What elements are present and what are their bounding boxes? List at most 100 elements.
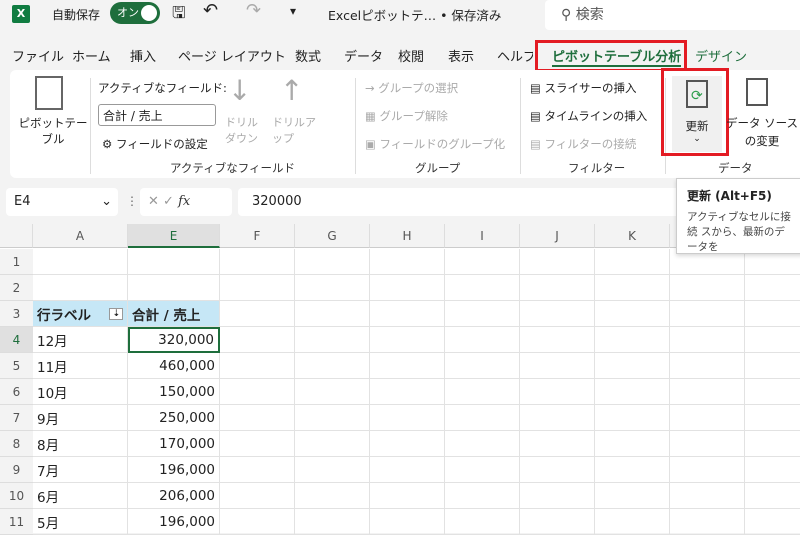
cell[interactable] — [295, 327, 370, 353]
column-header[interactable]: I — [445, 224, 520, 248]
cell[interactable] — [370, 249, 445, 275]
pivot-value[interactable]: 250,000 — [128, 405, 220, 431]
tab-insert[interactable]: 挿入 — [130, 46, 156, 65]
pivot-value[interactable]: 460,000 — [128, 353, 220, 379]
cell[interactable] — [745, 275, 800, 301]
cell[interactable] — [595, 457, 670, 483]
row-header[interactable]: 11 — [0, 509, 33, 535]
cell[interactable] — [220, 379, 295, 405]
cell[interactable] — [445, 457, 520, 483]
tab-help[interactable]: ヘルプ — [497, 46, 533, 65]
cell[interactable] — [128, 275, 220, 301]
pivot-row-label[interactable]: 5月 — [33, 509, 128, 535]
cell[interactable] — [220, 483, 295, 509]
cell[interactable] — [295, 483, 370, 509]
cell[interactable] — [220, 457, 295, 483]
cell[interactable] — [370, 509, 445, 535]
filter-connections-button[interactable]: ▤ フィルターの接続 — [530, 136, 636, 152]
cell[interactable] — [295, 431, 370, 457]
cell[interactable] — [295, 457, 370, 483]
pivot-row-label[interactable]: 7月 — [33, 457, 128, 483]
cell[interactable] — [520, 431, 595, 457]
cell[interactable] — [745, 301, 800, 327]
cell[interactable] — [520, 483, 595, 509]
cell[interactable] — [370, 275, 445, 301]
pivot-row-label[interactable]: 11月 — [33, 353, 128, 379]
cell[interactable] — [595, 249, 670, 275]
cell[interactable] — [520, 275, 595, 301]
column-header[interactable]: F — [220, 224, 295, 248]
cell[interactable] — [670, 509, 745, 535]
cell[interactable] — [220, 327, 295, 353]
row-header[interactable]: 5 — [0, 353, 33, 379]
cell[interactable] — [670, 275, 745, 301]
cell[interactable] — [220, 275, 295, 301]
drill-down-button[interactable]: ドリル ダウン — [225, 114, 265, 146]
row-header[interactable]: 10 — [0, 483, 33, 509]
pivot-value[interactable]: 320,000 — [128, 327, 220, 353]
cell[interactable] — [33, 249, 128, 275]
cell[interactable] — [33, 275, 128, 301]
cell[interactable] — [520, 405, 595, 431]
cell[interactable] — [445, 483, 520, 509]
cell[interactable] — [295, 249, 370, 275]
change-source-button[interactable]: データ ソースの変更 — [722, 114, 800, 150]
cell[interactable] — [595, 275, 670, 301]
filter-dropdown-icon[interactable]: ⇣ — [109, 307, 123, 320]
tab-review[interactable]: 校閲 — [398, 46, 424, 65]
cell[interactable] — [220, 405, 295, 431]
cell[interactable] — [370, 327, 445, 353]
tab-page-layout[interactable]: ページ レイアウト — [178, 46, 286, 65]
function-icon[interactable]: fx — [178, 194, 190, 209]
cell[interactable] — [520, 249, 595, 275]
cell[interactable] — [595, 431, 670, 457]
group-selection-button[interactable]: → グループの選択 — [365, 80, 458, 96]
cell[interactable] — [670, 353, 745, 379]
cell[interactable] — [370, 353, 445, 379]
cell[interactable] — [520, 301, 595, 327]
cell[interactable] — [295, 301, 370, 327]
cell[interactable] — [520, 509, 595, 535]
pivot-value[interactable]: 150,000 — [128, 379, 220, 405]
row-header[interactable]: 1 — [0, 249, 33, 275]
pivot-row-label[interactable]: 6月 — [33, 483, 128, 509]
cell[interactable] — [520, 379, 595, 405]
search-box[interactable]: ⚲ 検索 — [545, 0, 800, 30]
cell[interactable] — [520, 353, 595, 379]
ungroup-button[interactable]: ▦ グループ解除 — [365, 108, 448, 124]
file-name[interactable]: Excelピボットテ… • 保存済み — [328, 5, 501, 24]
cell[interactable] — [670, 431, 745, 457]
cell[interactable] — [295, 353, 370, 379]
cell[interactable] — [370, 457, 445, 483]
drill-up-button[interactable]: ドリルアップ — [272, 114, 322, 146]
cell[interactable] — [370, 405, 445, 431]
cell[interactable] — [745, 457, 800, 483]
cell[interactable] — [220, 301, 295, 327]
name-box[interactable]: E4 ⌄ — [6, 188, 118, 216]
cell[interactable] — [220, 431, 295, 457]
select-all-corner[interactable] — [0, 224, 33, 248]
cell[interactable] — [445, 509, 520, 535]
cell[interactable] — [370, 483, 445, 509]
cell[interactable] — [520, 327, 595, 353]
cell[interactable] — [595, 405, 670, 431]
cell[interactable] — [745, 483, 800, 509]
tab-data[interactable]: データ — [344, 46, 383, 65]
redo-icon[interactable]: ↷ — [246, 0, 261, 21]
column-header[interactable]: G — [295, 224, 370, 248]
row-header[interactable]: 2 — [0, 275, 33, 301]
cell[interactable] — [595, 353, 670, 379]
column-header[interactable]: H — [370, 224, 445, 248]
autosave-toggle[interactable]: オン — [110, 2, 160, 24]
group-field-button[interactable]: ▣ フィールドのグループ化 — [365, 136, 505, 152]
cell[interactable] — [445, 353, 520, 379]
cell[interactable] — [295, 379, 370, 405]
pivot-value[interactable]: 196,000 — [128, 509, 220, 535]
pivot-value-header[interactable]: 合計 / 売上 — [128, 301, 220, 327]
column-header[interactable]: K — [595, 224, 670, 248]
customize-icon[interactable]: ▾ — [290, 4, 296, 18]
cell[interactable] — [128, 249, 220, 275]
insert-timeline-button[interactable]: ▤ タイムラインの挿入 — [530, 108, 647, 124]
tab-design[interactable]: デザイン — [695, 46, 747, 65]
save-icon[interactable]: 🖫 — [172, 2, 186, 29]
